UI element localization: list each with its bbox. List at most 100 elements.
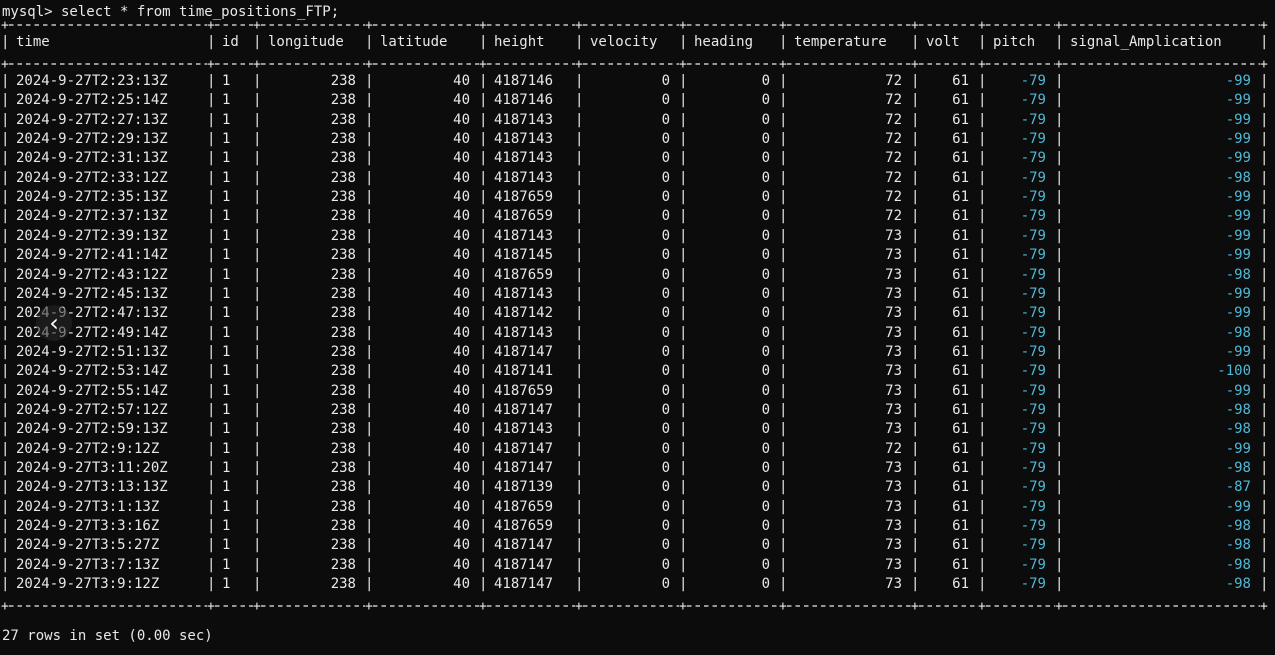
column-divider: | — [1055, 305, 1064, 322]
table-row: | | | | | | | | | | | | 2024-9-27T2:41:14Z 1 238 40 4187… — [0, 245, 1275, 266]
column-divider: | — [207, 92, 216, 109]
table-row: | | | | | | | | | | | | 2024-9-27T2:39:13Z 1 238 40 4187… — [0, 226, 1275, 247]
column-divider: | — [1055, 150, 1064, 167]
cell-volt: 61 — [952, 460, 969, 476]
cell-temperature: 73 — [885, 285, 902, 302]
column-divider: | — [1, 537, 10, 554]
column-divider: | — [207, 556, 216, 573]
terminal-window[interactable]: mysql> select * from time_positions_FTP;… — [0, 0, 1275, 655]
cell-id: 1 — [222, 479, 231, 496]
column-divider: | — [575, 169, 584, 186]
cell-latitude: 40 — [453, 92, 470, 109]
cell-time: 2024-9-27T3:9:12Z — [16, 576, 160, 593]
column-divider: | — [575, 131, 584, 148]
table-row: | | | | | | | | | | | | 2024-9-27T2:25:14Z 1 238 40 4187… — [0, 90, 1275, 111]
column-divider: | — [779, 189, 788, 206]
column-divider: | — [1260, 343, 1269, 360]
column-divider: | — [479, 518, 488, 535]
column-divider: | — [575, 479, 584, 496]
column-divider: | — [1055, 131, 1064, 148]
cell-velocity: 0 — [661, 576, 670, 593]
table-header-row: | | | | | | | | | | | | time id longitude latitude heigh… — [0, 32, 1275, 53]
cell-signal_amplication: -98 — [1225, 576, 1251, 593]
cell-temperature: 72 — [885, 92, 902, 109]
svg-text:+: + — [207, 57, 215, 72]
cell-temperature: 73 — [885, 305, 902, 322]
column-divider: | — [365, 285, 374, 302]
cell-longitude: 238 — [330, 150, 356, 167]
column-divider: | — [253, 169, 262, 186]
cell-height: 4187143 — [494, 227, 554, 244]
cell-id: 1 — [222, 421, 231, 438]
cell-temperature: 73 — [885, 247, 902, 264]
column-divider: | — [679, 208, 688, 225]
column-divider: | — [779, 34, 788, 50]
cell-heading: 0 — [761, 305, 770, 322]
column-divider: | — [207, 208, 216, 225]
column-divider: | — [575, 92, 584, 109]
column-divider: | — [978, 150, 987, 167]
cell-heading: 0 — [761, 421, 770, 438]
cell-pitch: -79 — [1020, 285, 1046, 302]
column-divider: | — [1055, 343, 1064, 360]
chevron-left-icon[interactable]: ‹ — [36, 305, 72, 341]
cell-velocity: 0 — [661, 343, 670, 360]
cell-volt: 61 — [952, 208, 969, 225]
column-divider: | — [911, 498, 920, 515]
column-divider: | — [911, 208, 920, 225]
cell-height: 4187659 — [494, 266, 554, 283]
column-divider: | — [1260, 111, 1269, 128]
column-divider: | — [207, 440, 216, 457]
column-divider: | — [253, 382, 262, 399]
cell-latitude: 40 — [453, 421, 470, 438]
cell-volt: 61 — [952, 324, 969, 341]
column-divider: | — [978, 460, 987, 476]
cell-temperature: 72 — [885, 440, 902, 457]
column-divider: | — [1260, 247, 1269, 264]
cell-time: 2024-9-27T2:31:13Z — [16, 150, 168, 167]
column-divider: | — [253, 576, 262, 593]
column-divider: | — [911, 131, 920, 148]
column-divider: | — [575, 421, 584, 438]
svg-text:+: + — [779, 18, 787, 33]
cell-signal_amplication: -99 — [1225, 189, 1251, 206]
column-divider: | — [207, 266, 216, 283]
cell-velocity: 0 — [661, 305, 670, 322]
column-divider: | — [911, 440, 920, 457]
cell-pitch: -79 — [1020, 460, 1046, 476]
column-divider: | — [479, 498, 488, 515]
cell-time: 2024-9-27T2:55:14Z — [16, 382, 168, 399]
column-divider: | — [207, 343, 216, 360]
cell-longitude: 238 — [330, 343, 356, 360]
column-divider: | — [1260, 266, 1269, 283]
column-header-temperature: temperature — [794, 34, 887, 50]
column-divider: | — [779, 169, 788, 186]
cell-longitude: 238 — [330, 247, 356, 264]
svg-text:+: + — [575, 599, 583, 614]
column-divider: | — [479, 266, 488, 283]
cell-longitude: 238 — [330, 401, 356, 418]
cell-pitch: -79 — [1020, 150, 1046, 167]
column-divider: | — [978, 401, 987, 418]
column-divider: | — [207, 479, 216, 496]
cell-heading: 0 — [761, 382, 770, 399]
table-row: | | | | | | | | | | | | 2024-9-27T3:13:13Z 1 238 40 4187… — [0, 477, 1275, 498]
table-row: | | | | | | | | | | | | 2024-9-27T2:45:13Z 1 238 40 4187… — [0, 284, 1275, 305]
cell-latitude: 40 — [453, 363, 470, 380]
column-divider: | — [911, 266, 920, 283]
cell-signal_amplication: -99 — [1225, 131, 1251, 148]
cell-temperature: 73 — [885, 343, 902, 360]
cell-id: 1 — [222, 363, 231, 380]
column-divider: | — [253, 479, 262, 496]
column-divider: | — [207, 73, 216, 89]
column-divider: | — [365, 305, 374, 322]
column-divider: | — [253, 305, 262, 322]
cell-latitude: 40 — [453, 305, 470, 322]
column-divider: | — [479, 150, 488, 167]
cell-height: 4187659 — [494, 189, 554, 206]
cell-volt: 61 — [952, 518, 969, 535]
cell-heading: 0 — [761, 73, 770, 89]
cell-id: 1 — [222, 460, 231, 476]
column-divider: | — [679, 169, 688, 186]
column-divider: | — [911, 247, 920, 264]
